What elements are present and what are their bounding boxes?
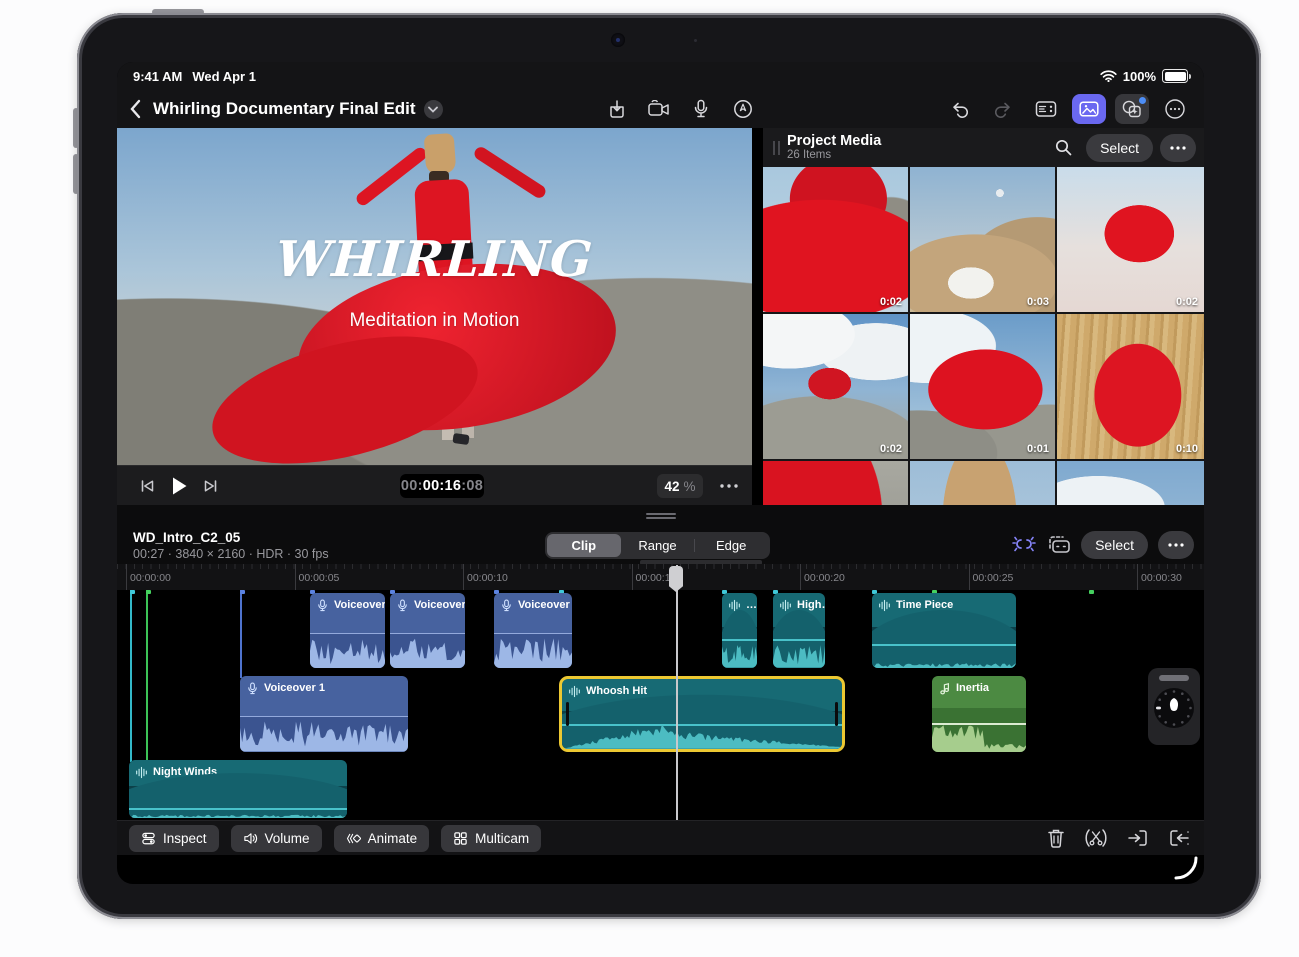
timeline-clip[interactable]: Time Piece	[872, 593, 1016, 668]
volume-icon	[243, 831, 258, 846]
timeline-clip[interactable]: Inertia	[932, 676, 1026, 752]
timeline-clip[interactable]: Voiceover 1	[240, 676, 408, 752]
page: 9:41 AM Wed Apr 1 100% Whirling Doc	[0, 0, 1299, 957]
clip-label: Voiceover 1	[264, 682, 325, 694]
inspect-button[interactable]: Inspect	[129, 825, 219, 852]
delete-button[interactable]	[1047, 828, 1065, 848]
jog-wheel-grip	[1159, 675, 1189, 681]
clip-connector-line	[130, 590, 132, 762]
timeline-clip[interactable]: Voiceover 2	[310, 593, 385, 668]
clip-marker-dot	[1089, 590, 1094, 594]
clip-waveform-area	[390, 633, 465, 669]
inspect-icon	[141, 831, 156, 846]
clip-waveform-area	[562, 711, 842, 750]
mic-icon	[246, 682, 259, 695]
clip-connector-line	[240, 590, 242, 678]
clip-waveform-area	[310, 633, 385, 669]
append-button[interactable]	[1168, 828, 1190, 848]
mic-icon	[316, 599, 329, 612]
timeline-clip[interactable]: High…	[773, 593, 825, 668]
clip-label: Inertia	[956, 682, 989, 694]
timeline-clip[interactable]: Whoosh Hit	[559, 676, 845, 752]
overwrite-icon	[1127, 828, 1149, 848]
clips-layer: Voiceover 2 Voiceover 2 Voiceover 3 … High… T…	[117, 62, 1204, 884]
camera-lens-glint	[616, 38, 620, 42]
sensor-dot	[694, 39, 697, 42]
blade-icon	[1084, 828, 1108, 848]
clip-waveform-area	[722, 627, 757, 668]
timeline-clip[interactable]: …	[722, 593, 757, 668]
clip-waveform-area	[494, 633, 572, 669]
clip-waveform-area	[240, 716, 408, 752]
overwrite-button[interactable]	[1127, 828, 1149, 848]
animate-button[interactable]: Animate	[334, 825, 430, 852]
trim-handle-right[interactable]	[835, 702, 838, 726]
clip-marker-dot	[240, 590, 245, 594]
music-note-icon	[938, 682, 951, 695]
clip-label: Voiceover 2	[414, 599, 465, 611]
ipad-device: 9:41 AM Wed Apr 1 100% Whirling Doc	[77, 13, 1261, 919]
edit-toolbar: Inspect Volume Animate	[117, 820, 1204, 855]
trash-icon	[1047, 828, 1065, 848]
jog-wheel[interactable]	[1148, 668, 1200, 745]
clip-waveform-area	[129, 786, 347, 818]
append-icon	[1168, 828, 1190, 848]
clip-marker-dot	[146, 590, 151, 594]
timeline-clip[interactable]: Voiceover 2	[390, 593, 465, 668]
inspect-label: Inspect	[163, 831, 207, 846]
jog-dial-icon	[1152, 686, 1196, 730]
multicam-icon	[453, 831, 468, 846]
mic-icon	[500, 599, 513, 612]
trim-handle-left[interactable]	[566, 702, 569, 726]
clip-label: Voiceover 3	[518, 599, 572, 611]
screen: 9:41 AM Wed Apr 1 100% Whirling Doc	[117, 62, 1204, 884]
clip-marker-dot	[130, 590, 135, 594]
clip-waveform-area	[872, 627, 1016, 668]
timeline-clip[interactable]: Voiceover 3	[494, 593, 572, 668]
clip-waveform-area	[932, 708, 1026, 752]
playhead-line	[676, 565, 678, 820]
volume-button[interactable]: Volume	[231, 825, 322, 852]
timeline-clip[interactable]: Night Winds	[129, 760, 347, 818]
blade-button[interactable]	[1084, 828, 1108, 848]
clip-waveform-area	[773, 627, 825, 668]
clip-label: Voiceover 2	[334, 599, 385, 611]
animate-icon	[346, 831, 361, 846]
volume-label: Volume	[265, 831, 310, 846]
multicam-label: Multicam	[475, 831, 529, 846]
multicam-button[interactable]: Multicam	[441, 825, 541, 852]
corner-swipe-indicator[interactable]	[1172, 854, 1198, 880]
mic-icon	[396, 599, 409, 612]
animate-label: Animate	[368, 831, 418, 846]
